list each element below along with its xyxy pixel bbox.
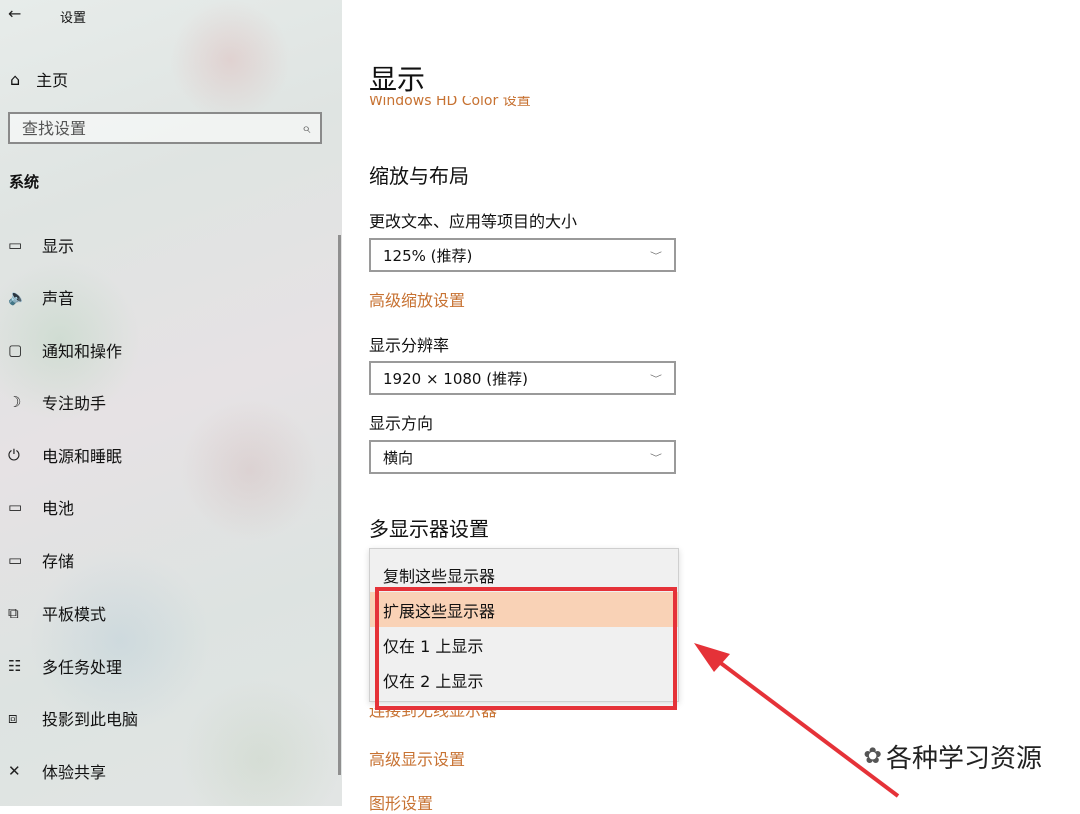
battery-icon: ▭	[8, 498, 23, 516]
moon-icon: ☽	[8, 393, 22, 411]
sidebar-item-label: 专注助手	[42, 394, 107, 413]
wechat-icon: ✿	[863, 744, 882, 769]
power-icon: ⏻	[8, 446, 20, 464]
sidebar-item-power-sleep[interactable]: ⏻ 电源和睡眠	[0, 429, 330, 481]
text-size-dropdown[interactable]: 125% (推荐) ﹀	[369, 238, 676, 272]
sidebar-item-tablet-mode[interactable]: ⧉ 平板模式	[0, 587, 330, 639]
orientation-label: 显示方向	[369, 414, 434, 433]
sidebar-item-label: 存储	[42, 552, 75, 571]
sidebar-item-label: 平板模式	[42, 605, 107, 624]
sidebar-item-storage[interactable]: ▭ 存储	[0, 534, 330, 586]
tablet-icon: ⧉	[8, 604, 19, 622]
orientation-dropdown[interactable]: 横向 ﹀	[369, 440, 676, 474]
home-label: 主页	[36, 71, 69, 90]
storage-icon: ▭	[8, 551, 23, 569]
sidebar-item-label: 多任务处理	[42, 658, 123, 677]
multitask-icon: ☷	[8, 657, 22, 675]
resolution-label: 显示分辨率	[369, 336, 450, 355]
sidebar-item-sound[interactable]: 🔈 声音	[0, 271, 330, 323]
sidebar-item-battery[interactable]: ▭ 电池	[0, 481, 330, 533]
speaker-icon: 🔈	[8, 288, 27, 306]
sidebar-item-label: 声音	[42, 289, 75, 308]
highlight-annotation-box	[375, 587, 677, 710]
section-title-scale-layout: 缩放与布局	[369, 164, 469, 188]
share-icon: ✕	[8, 762, 21, 780]
orientation-value: 横向	[383, 448, 414, 467]
sidebar-item-label: 电源和睡眠	[42, 447, 123, 466]
page-title: 显示	[369, 63, 426, 96]
notification-icon: ▢	[8, 341, 23, 359]
chevron-down-icon: ﹀	[649, 452, 662, 463]
graphics-settings-link[interactable]: 图形设置	[369, 790, 433, 814]
watermark: ✿ 各种学习资源	[864, 738, 1042, 775]
projection-icon: ⧈	[8, 709, 18, 727]
hd-color-link[interactable]: Windows HD Color 设置	[369, 96, 531, 108]
sidebar-item-project-to-pc[interactable]: ⧈ 投影到此电脑	[0, 692, 330, 744]
sidebar: ← 设置 ⌂ 主页 ⌕ 系统 ▭ 显示 🔈 声音 ▢ 通知和操作 ☽ 专注助手 …	[0, 0, 342, 806]
main-content: 显示 Windows HD Color 设置 缩放与布局 更改文本、应用等项目的…	[342, 0, 1080, 813]
section-title-multiple-displays: 多显示器设置	[369, 517, 489, 541]
sidebar-scrollbar[interactable]	[338, 235, 341, 775]
advanced-display-link[interactable]: 高级显示设置	[369, 746, 465, 770]
sidebar-item-notifications[interactable]: ▢ 通知和操作	[0, 324, 330, 376]
text-size-label: 更改文本、应用等项目的大小	[369, 212, 578, 231]
home-icon: ⌂	[10, 69, 21, 89]
watermark-text: 各种学习资源	[885, 744, 1042, 774]
back-arrow-icon[interactable]: ←	[8, 4, 21, 23]
chevron-down-icon: ﹀	[649, 250, 662, 261]
sidebar-item-shared-experiences[interactable]: ✕ 体验共享	[0, 745, 330, 797]
advanced-scaling-link[interactable]: 高级缩放设置	[369, 287, 465, 311]
section-title-system: 系统	[9, 173, 40, 191]
sidebar-item-home[interactable]: ⌂ 主页	[10, 67, 68, 91]
sidebar-item-multitasking[interactable]: ☷ 多任务处理	[0, 640, 330, 692]
resolution-value: 1920 × 1080 (推荐)	[383, 369, 528, 388]
chevron-down-icon: ﹀	[649, 373, 662, 384]
sidebar-item-focus-assist[interactable]: ☽ 专注助手	[0, 376, 330, 428]
text-size-value: 125% (推荐)	[383, 246, 473, 265]
resolution-dropdown[interactable]: 1920 × 1080 (推荐) ﹀	[369, 361, 676, 395]
search-input[interactable]	[20, 117, 302, 139]
sidebar-item-label: 体验共享	[42, 763, 107, 782]
sidebar-item-label: 电池	[42, 499, 75, 518]
search-box[interactable]: ⌕	[8, 112, 322, 144]
sidebar-item-label: 通知和操作	[42, 342, 123, 361]
sidebar-item-label: 投影到此电脑	[42, 710, 139, 729]
sidebar-item-display[interactable]: ▭ 显示	[0, 219, 330, 271]
search-icon[interactable]: ⌕	[302, 119, 310, 137]
sidebar-item-label: 显示	[42, 237, 75, 256]
monitor-icon: ▭	[8, 236, 23, 254]
window-title: 设置	[60, 11, 87, 26]
